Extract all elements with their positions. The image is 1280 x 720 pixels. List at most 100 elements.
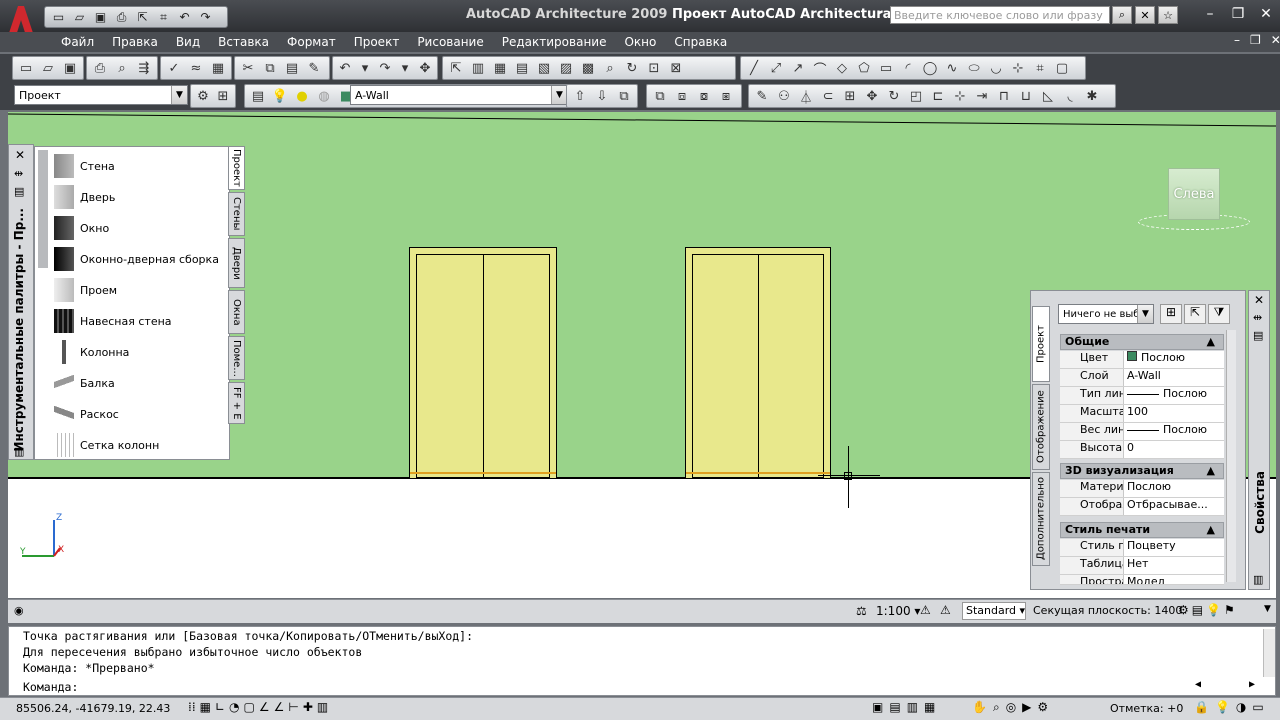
menu-format[interactable]: Формат (278, 35, 345, 49)
redo-dropdown-icon[interactable]: ▾ (396, 58, 414, 78)
circle-icon[interactable]: ◯ (920, 58, 940, 78)
collapse-icon[interactable]: ▲ (1207, 335, 1215, 348)
close-icon[interactable]: ✕ (15, 148, 25, 162)
chevron-down-icon[interactable]: ▼ (1264, 604, 1271, 614)
rectangle-icon[interactable]: ▭ (876, 58, 896, 78)
prop-row[interactable]: Цвет Послою (1060, 351, 1224, 369)
undo-icon[interactable]: ↶ (175, 8, 194, 26)
paste-icon[interactable]: ▤ (282, 58, 302, 78)
tab-project[interactable]: Проект (228, 146, 245, 190)
sun-icon[interactable]: ● (292, 86, 312, 106)
quick-view-drawings-icon[interactable]: ▦ (924, 700, 935, 714)
move-icon[interactable]: ✥ (862, 86, 882, 106)
collapse-icon[interactable]: ▲ (1207, 464, 1215, 477)
collapse-icon[interactable]: ▲ (1207, 523, 1215, 536)
lightbulb-icon[interactable]: 💡 (270, 86, 290, 106)
extend-icon[interactable]: ⇥ (972, 86, 992, 106)
pan-icon[interactable]: ✋ (972, 700, 987, 715)
undo-icon[interactable]: ↶ (336, 58, 354, 78)
communication-center-icon[interactable]: ✕ (1135, 6, 1155, 24)
chevron-down-icon[interactable]: ▼ (551, 86, 567, 104)
tab-spaces[interactable]: Поме... (228, 336, 245, 380)
workspace-settings-icon[interactable]: ⊞ (214, 86, 232, 106)
scroll-left-icon[interactable]: ◀ (1195, 679, 1201, 690)
quick-view-layouts-icon[interactable]: ▥ (907, 700, 918, 714)
save-icon[interactable]: ▣ (91, 8, 110, 26)
steering-wheel-icon[interactable]: ◎ (1006, 700, 1016, 715)
search-expand-icon[interactable]: ▸ (878, 8, 883, 18)
gear-icon[interactable]: ⚙ (194, 86, 212, 106)
properties-titlebar[interactable]: ✕ ⇹ ▤ Свойства ▥ (1248, 290, 1270, 590)
layer-manager-icon[interactable]: ▤ (248, 86, 268, 106)
auto-hide-icon[interactable]: ⇹ (14, 167, 23, 180)
print-icon[interactable]: ⎙ (112, 8, 131, 26)
point-icon[interactable]: ⌗ (1030, 58, 1050, 78)
design-center-icon[interactable]: ▦ (490, 58, 510, 78)
polar-icon[interactable]: ◔ (229, 700, 239, 714)
lock-icon[interactable]: ◍ (314, 86, 334, 106)
redo-icon[interactable]: ↷ (196, 8, 215, 26)
palette-item-wall[interactable]: Стена (54, 154, 115, 178)
save-icon[interactable]: ▣ (60, 58, 80, 78)
elevation-readout[interactable]: Отметка: +0 (1110, 702, 1183, 715)
palette-item-opening[interactable]: Проем (54, 278, 117, 302)
prop-row[interactable]: Масштаб...100 (1060, 405, 1224, 423)
ellipse-icon[interactable]: ⬭ (964, 58, 984, 78)
auto-hide-icon[interactable]: ⇹ (1253, 311, 1262, 324)
polygon-icon[interactable]: ⬠ (854, 58, 874, 78)
prop-row[interactable]: Тип линийПослою (1060, 387, 1224, 405)
trim-icon[interactable]: ⊹ (950, 86, 970, 106)
menu-insert[interactable]: Вставка (209, 35, 278, 49)
menu-window[interactable]: Окно (615, 35, 665, 49)
region-icon[interactable]: ◇ (832, 58, 852, 78)
prop-row[interactable]: Простра...Модел (1060, 575, 1224, 585)
palette-item-column-grid[interactable]: Сетка колонн (54, 433, 159, 457)
spellcheck-icon[interactable]: ✓ (164, 58, 184, 78)
select-objects-icon[interactable]: ⇱ (1184, 304, 1206, 324)
match-icon[interactable]: ≈ (186, 58, 206, 78)
pan-icon[interactable]: ✥ (416, 58, 434, 78)
join-icon[interactable]: ⊔ (1016, 86, 1036, 106)
properties-menu-icon[interactable]: ▤ (1253, 329, 1263, 342)
osnap-icon[interactable]: ▢ (244, 700, 255, 714)
prop-row[interactable]: Стиль пе...Поцвету (1060, 539, 1224, 557)
copy-object-icon[interactable]: ⚇ (774, 86, 794, 106)
array-icon[interactable]: ⊞ (840, 86, 860, 106)
palette-item-beam[interactable]: Балка (54, 371, 115, 395)
properties-icon[interactable]: ▥ (468, 58, 488, 78)
layer-iso-icon[interactable]: ⧇ (694, 86, 714, 106)
door-elevation[interactable] (409, 247, 557, 479)
section-plot-style[interactable]: Стиль печати ▲ (1060, 522, 1224, 538)
palette-item-brace[interactable]: Раскос (54, 402, 119, 426)
annotation-scale[interactable]: 1:100 ▾ (876, 604, 920, 618)
close-icon[interactable]: ✕ (1254, 293, 1264, 307)
showmotion-icon[interactable]: ▶ (1022, 700, 1031, 715)
dyn-icon[interactable]: ⊢ (288, 700, 298, 714)
break-icon[interactable]: ⊓ (994, 86, 1014, 106)
mirror-icon[interactable]: ⏃ (796, 86, 816, 106)
properties-menu-icon[interactable]: ▤ (14, 185, 24, 198)
prop-row[interactable]: МатериалПослою (1060, 480, 1224, 498)
chevron-down-icon[interactable]: ▼ (171, 86, 187, 104)
grid-icon[interactable]: ▦ (200, 700, 211, 714)
otrack-icon[interactable]: ∠ (259, 700, 270, 714)
quick-properties-icon[interactable]: ▥ (317, 700, 328, 714)
cut-icon[interactable]: ✂ (238, 58, 258, 78)
open-icon[interactable]: ▱ (38, 58, 58, 78)
quickcalc-icon[interactable]: ▩ (578, 58, 598, 78)
new-icon[interactable]: ▭ (49, 8, 68, 26)
tab-walls[interactable]: Стены (228, 192, 245, 236)
ray-icon[interactable]: ↗ (788, 58, 808, 78)
minimize-button[interactable]: – (1200, 6, 1220, 22)
lineweight-icon[interactable]: ✚ (303, 700, 313, 714)
layout1-icon[interactable]: ▤ (889, 700, 900, 714)
publish-icon[interactable]: ⌗ (154, 8, 173, 26)
erase-icon[interactable]: ✎ (752, 86, 772, 106)
zoom-icon[interactable]: ⌕ (600, 58, 620, 78)
doc-close-button[interactable]: ✕ (1271, 33, 1280, 47)
tab-extended[interactable]: Дополнительно (1032, 472, 1050, 566)
tool-palettes-icon[interactable]: ▤ (512, 58, 532, 78)
undo-dropdown-icon[interactable]: ▾ (356, 58, 374, 78)
model-icon[interactable]: ▣ (872, 700, 883, 714)
workspace-select[interactable]: Проект ▼ (14, 85, 188, 105)
